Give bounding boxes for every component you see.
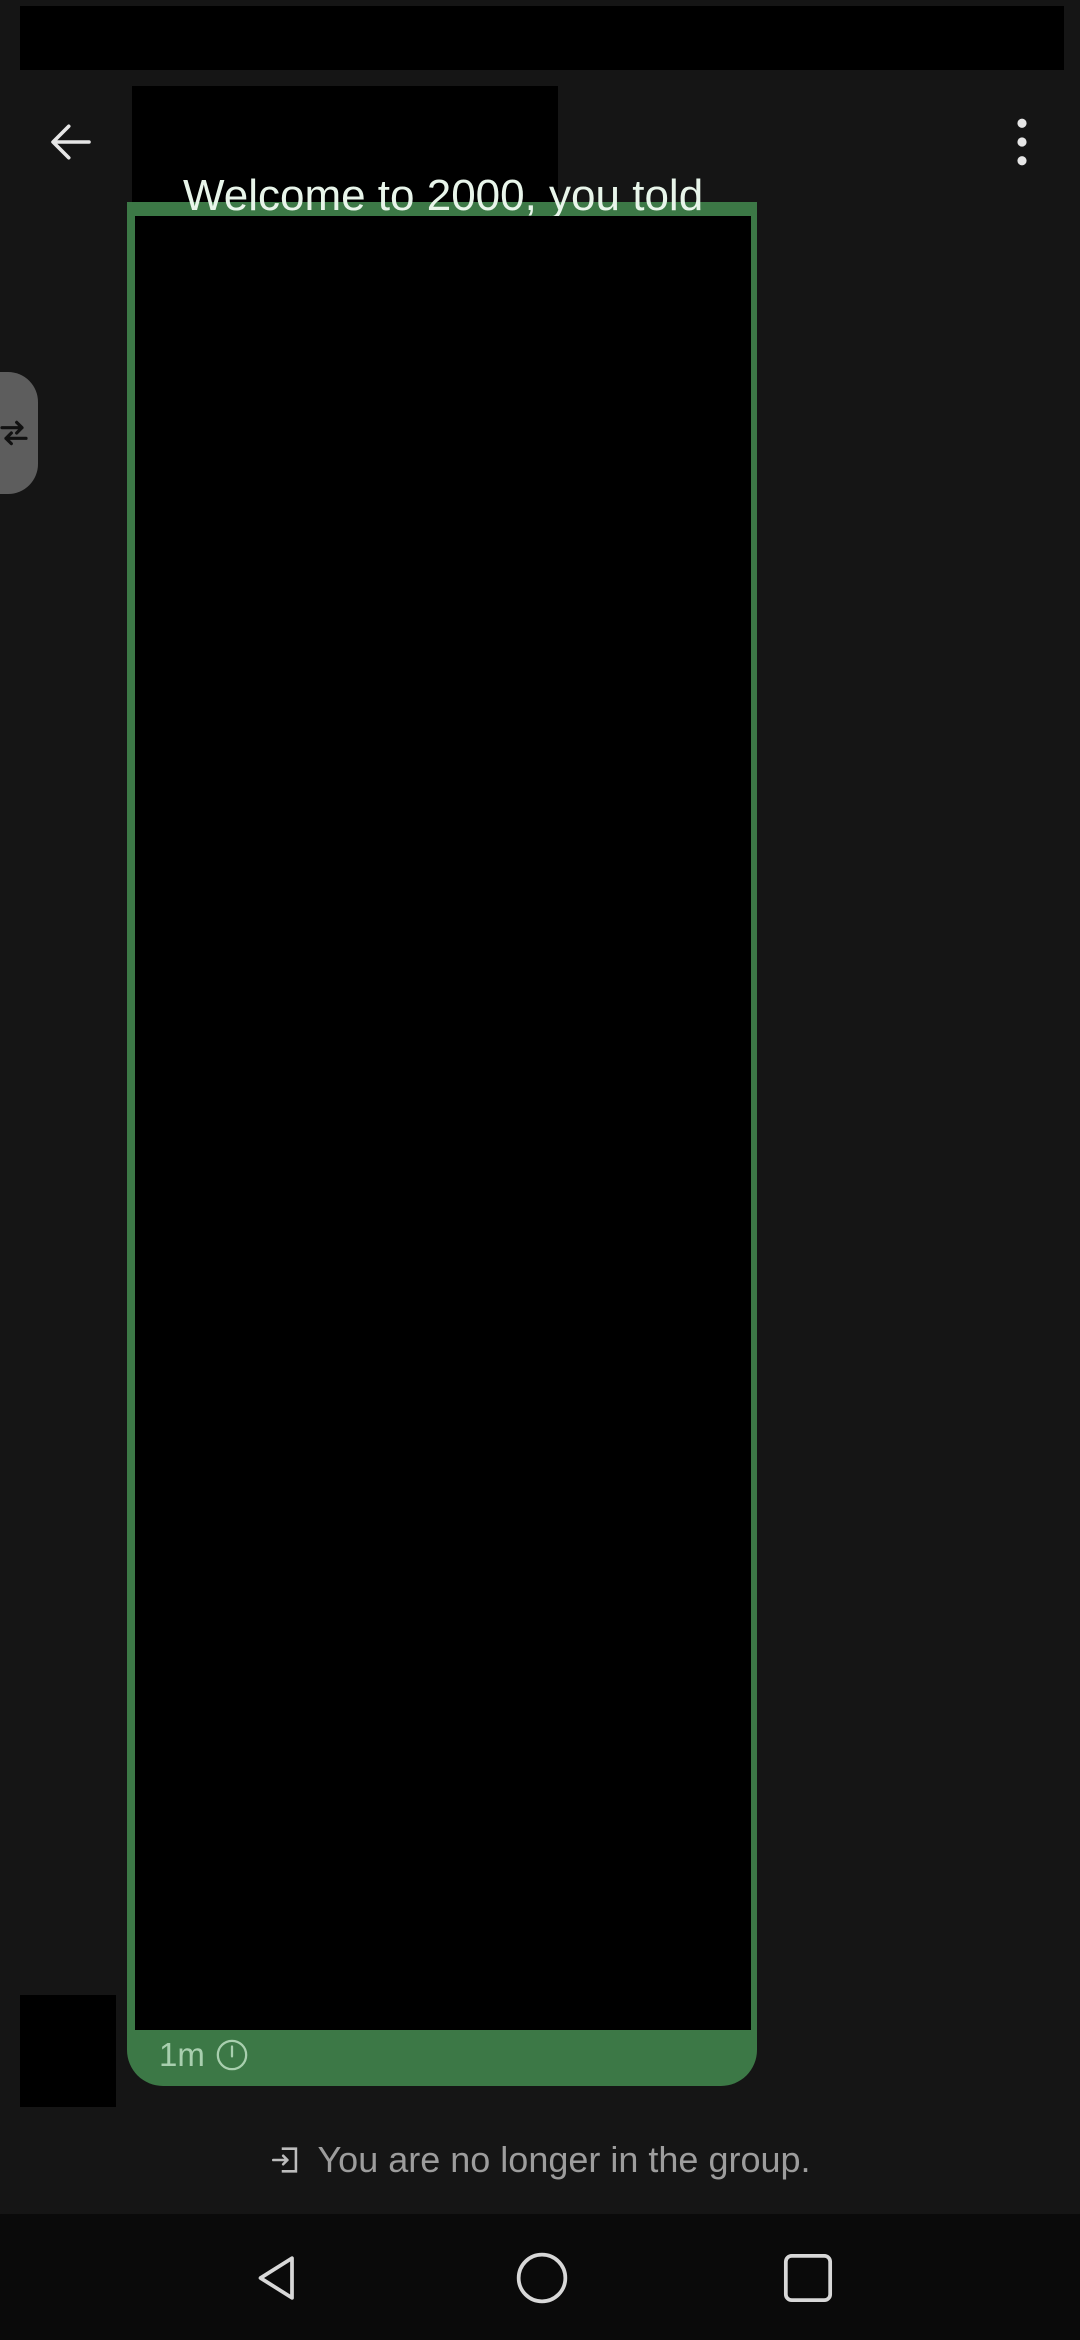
back-button[interactable]	[26, 102, 116, 182]
message-timestamp: 1m	[159, 2036, 205, 2073]
arrow-left-icon	[51, 124, 91, 160]
message-meta: 1m	[159, 2028, 249, 2082]
chat-screen: Welcome to 2000, you told 1m You are no …	[0, 0, 1080, 2340]
exit-door-icon	[269, 2143, 303, 2177]
triangle-back-icon	[258, 2256, 294, 2300]
square-recents-icon	[783, 2253, 833, 2303]
nav-home-button[interactable]	[494, 2234, 590, 2322]
group-left-notice: You are no longer in the group.	[0, 2130, 1080, 2190]
more-vert-icon	[1017, 118, 1027, 166]
avatar-redacted[interactable]	[20, 1995, 116, 2107]
system-nav-bar	[0, 2214, 1080, 2340]
group-left-text: You are no longer in the group.	[317, 2139, 811, 2180]
nav-back-button[interactable]	[230, 2234, 326, 2322]
overflow-menu-button[interactable]	[980, 102, 1064, 182]
swap-arrows-icon	[0, 420, 28, 446]
swap-side-tab[interactable]	[0, 372, 38, 494]
clock-icon	[216, 2039, 248, 2071]
outgoing-message-bubble[interactable]: Welcome to 2000, you told 1m	[127, 171, 757, 2086]
status-bar-redacted	[20, 6, 1064, 70]
nav-recents-button[interactable]	[760, 2234, 856, 2322]
message-media-redacted[interactable]	[135, 216, 751, 2030]
circle-home-icon	[516, 2252, 568, 2304]
